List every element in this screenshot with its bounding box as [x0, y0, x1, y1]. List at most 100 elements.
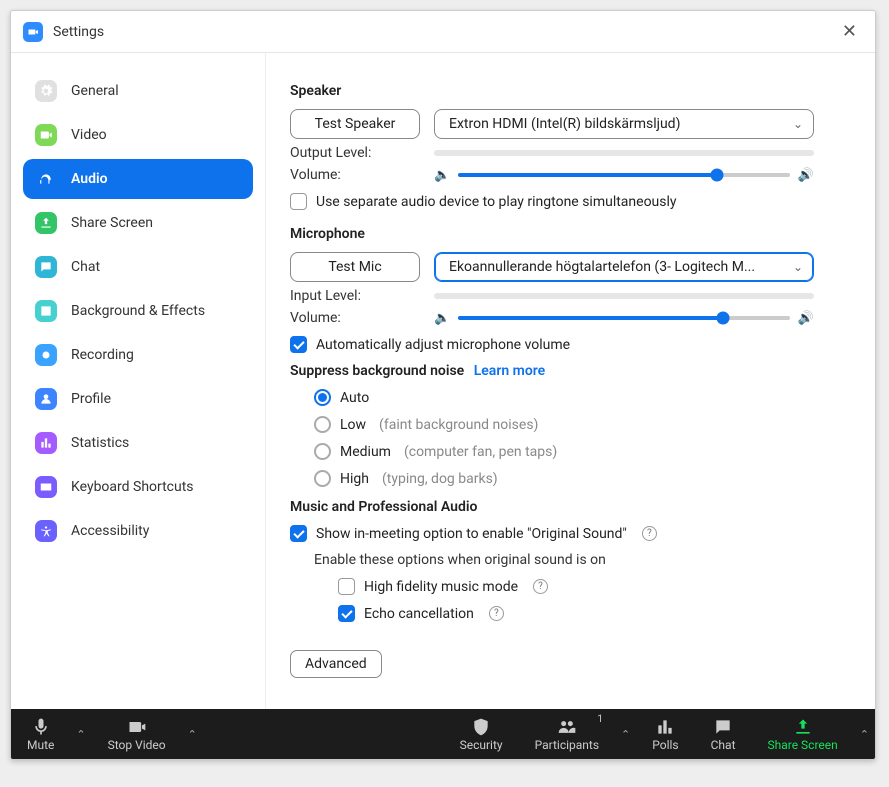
polls-label: Polls: [652, 738, 678, 752]
participants-icon: [557, 717, 577, 737]
record-icon: [35, 344, 57, 366]
settings-sidebar: General Video Audio: [11, 53, 266, 709]
advanced-button[interactable]: Advanced: [290, 650, 382, 678]
video-options-caret[interactable]: ⌃: [182, 728, 203, 741]
sidebar-item-label: Accessibility: [71, 523, 149, 539]
sidebar-item-label: Chat: [71, 259, 100, 275]
help-icon[interactable]: ?: [642, 526, 657, 541]
auto-adjust-mic-checkbox[interactable]: [290, 336, 307, 353]
participants-options-caret[interactable]: ⌃: [615, 728, 636, 741]
slider-thumb[interactable]: [710, 169, 723, 182]
share-screen-options-caret[interactable]: ⌃: [854, 728, 875, 741]
titlebar: Settings ✕: [11, 11, 875, 53]
ringtone-separate-checkbox[interactable]: [290, 193, 307, 210]
microphone-device-select[interactable]: Ekoannullerande högtalartelefon (3- Logi…: [434, 252, 814, 282]
volume-low-icon: 🔈: [434, 311, 450, 326]
sidebar-item-label: Recording: [71, 347, 134, 363]
suppress-medium-radio[interactable]: [314, 443, 331, 460]
suppress-heading-row: Suppress background noise Learn more: [290, 363, 841, 379]
sidebar-item-label: Profile: [71, 391, 111, 407]
close-icon[interactable]: ✕: [836, 19, 863, 44]
input-level-label: Input Level:: [290, 288, 420, 304]
high-fidelity-label: High fidelity music mode: [364, 579, 518, 595]
suppress-option-label: High: [340, 471, 369, 487]
show-original-sound-checkbox[interactable]: [290, 525, 307, 542]
security-button[interactable]: Security: [444, 713, 519, 756]
show-original-sound-label: Show in-meeting option to enable "Origin…: [316, 526, 627, 542]
speaker-device-select[interactable]: Extron HDMI (Intel(R) bildskärmsljud) ⌄: [434, 109, 814, 139]
volume-high-icon: 🔊: [798, 311, 814, 326]
meeting-control-bar: Mute ⌃ Stop Video ⌃ Security 1 Participa…: [11, 709, 875, 759]
polls-icon: [655, 717, 675, 737]
music-heading: Music and Professional Audio: [290, 499, 841, 515]
echo-cancellation-label: Echo cancellation: [364, 606, 474, 622]
sidebar-item-audio[interactable]: Audio: [23, 159, 253, 199]
sidebar-item-video[interactable]: Video: [23, 115, 253, 155]
speaker-output-level-meter: [434, 150, 814, 156]
gear-icon: [35, 80, 57, 102]
sidebar-item-label: Background & Effects: [71, 303, 205, 319]
stop-video-button[interactable]: Stop Video: [92, 713, 182, 756]
sidebar-item-chat[interactable]: Chat: [23, 247, 253, 287]
security-label: Security: [460, 738, 503, 752]
chat-icon: [713, 717, 733, 737]
suppress-heading: Suppress background noise: [290, 363, 464, 379]
auto-adjust-mic-label: Automatically adjust microphone volume: [316, 337, 570, 353]
mute-label: Mute: [27, 738, 54, 752]
speaker-volume-slider[interactable]: [458, 173, 790, 177]
profile-icon: [35, 388, 57, 410]
chat-button[interactable]: Chat: [695, 713, 752, 756]
shield-icon: [471, 717, 491, 737]
chat-label: Chat: [711, 738, 736, 752]
speaker-device-value: Extron HDMI (Intel(R) bildskärmsljud): [449, 116, 680, 132]
echo-cancellation-checkbox[interactable]: [338, 605, 355, 622]
sidebar-item-accessibility[interactable]: Accessibility: [23, 511, 253, 551]
suppress-low-radio[interactable]: [314, 416, 331, 433]
chat-icon: [35, 256, 57, 278]
volume-low-icon: 🔈: [434, 168, 450, 183]
help-icon[interactable]: ?: [533, 579, 548, 594]
sidebar-item-profile[interactable]: Profile: [23, 379, 253, 419]
help-icon[interactable]: ?: [489, 606, 504, 621]
chevron-down-icon: ⌄: [793, 117, 803, 131]
suppress-option-label: Medium: [340, 444, 391, 460]
output-level-label: Output Level:: [290, 145, 420, 161]
headphones-icon: [35, 168, 57, 190]
ringtone-separate-label: Use separate audio device to play ringto…: [316, 194, 677, 210]
test-speaker-button[interactable]: Test Speaker: [290, 109, 420, 139]
mic-volume-label: Volume:: [290, 310, 420, 326]
settings-window: Settings ✕ General Video: [10, 10, 876, 760]
chevron-down-icon: ⌄: [793, 260, 803, 274]
sidebar-item-recording[interactable]: Recording: [23, 335, 253, 375]
test-mic-button[interactable]: Test Mic: [290, 252, 420, 282]
suppress-option-hint: (typing, dog barks): [382, 471, 498, 487]
suppress-learn-more-link[interactable]: Learn more: [474, 363, 545, 379]
suppress-high-radio[interactable]: [314, 470, 331, 487]
high-fidelity-checkbox[interactable]: [338, 578, 355, 595]
mute-options-caret[interactable]: ⌃: [70, 728, 91, 741]
mute-button[interactable]: Mute: [11, 713, 70, 756]
sidebar-item-keyboard-shortcuts[interactable]: Keyboard Shortcuts: [23, 467, 253, 507]
stats-icon: [35, 432, 57, 454]
mic-volume-slider[interactable]: [458, 316, 790, 320]
video-icon: [127, 717, 147, 737]
sidebar-item-statistics[interactable]: Statistics: [23, 423, 253, 463]
share-screen-icon: [793, 717, 813, 737]
background-effects-icon: [35, 300, 57, 322]
suppress-option-label: Low: [340, 417, 366, 433]
sidebar-item-share-screen[interactable]: Share Screen: [23, 203, 253, 243]
slider-thumb[interactable]: [717, 312, 730, 325]
microphone-heading: Microphone: [290, 226, 841, 242]
microphone-icon: [31, 717, 51, 737]
volume-high-icon: 🔊: [798, 168, 814, 183]
polls-button[interactable]: Polls: [636, 713, 694, 756]
audio-settings-panel: Speaker Test Speaker Extron HDMI (Intel(…: [266, 53, 875, 709]
suppress-auto-radio[interactable]: [314, 389, 331, 406]
share-screen-button[interactable]: Share Screen: [752, 713, 854, 756]
sidebar-item-background-effects[interactable]: Background & Effects: [23, 291, 253, 331]
enable-when-original-label: Enable these options when original sound…: [314, 552, 841, 568]
participants-button[interactable]: 1 Participants: [519, 713, 615, 756]
sidebar-item-general[interactable]: General: [23, 71, 253, 111]
share-icon: [35, 212, 57, 234]
participants-label: Participants: [535, 738, 599, 752]
